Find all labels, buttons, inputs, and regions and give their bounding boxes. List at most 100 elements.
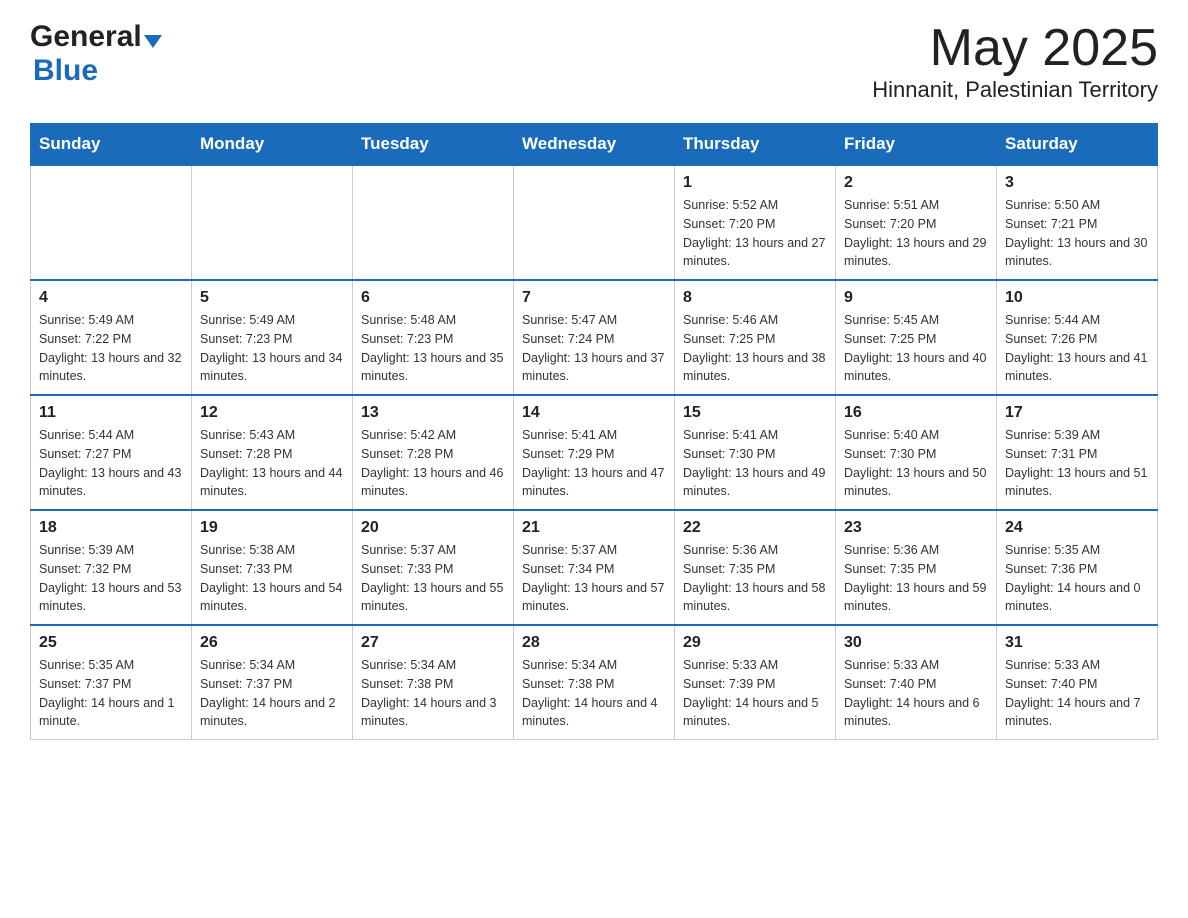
day-info: Sunrise: 5:34 AM Sunset: 7:38 PM Dayligh…: [522, 656, 666, 731]
day-number: 28: [522, 634, 666, 652]
day-info: Sunrise: 5:47 AM Sunset: 7:24 PM Dayligh…: [522, 311, 666, 386]
day-info: Sunrise: 5:49 AM Sunset: 7:23 PM Dayligh…: [200, 311, 344, 386]
calendar-cell: [192, 165, 353, 280]
calendar-cell: 7 Sunrise: 5:47 AM Sunset: 7:24 PM Daylig…: [514, 280, 675, 395]
calendar-cell: 15 Sunrise: 5:41 AM Sunset: 7:30 PM Dayli…: [675, 395, 836, 510]
day-info: Sunrise: 5:38 AM Sunset: 7:33 PM Dayligh…: [200, 541, 344, 616]
calendar-table: SundayMondayTuesdayWednesdayThursdayFrid…: [30, 123, 1158, 740]
calendar-cell: 3 Sunrise: 5:50 AM Sunset: 7:21 PM Daylig…: [997, 165, 1158, 280]
day-info: Sunrise: 5:35 AM Sunset: 7:36 PM Dayligh…: [1005, 541, 1149, 616]
day-number: 7: [522, 289, 666, 307]
calendar-cell: 4 Sunrise: 5:49 AM Sunset: 7:22 PM Daylig…: [31, 280, 192, 395]
day-number: 16: [844, 404, 988, 422]
day-number: 14: [522, 404, 666, 422]
calendar-cell: 18Sunrise: 5:39 AM Sunset: 7:32 PM Dayli…: [31, 510, 192, 625]
weekday-header-row: SundayMondayTuesdayWednesdayThursdayFrid…: [31, 124, 1158, 166]
week-row-5: 25 Sunrise: 5:35 AM Sunset: 7:37 PM Dayli…: [31, 625, 1158, 740]
calendar-cell: 17 Sunrise: 5:39 AM Sunset: 7:31 PM Dayli…: [997, 395, 1158, 510]
calendar-cell: 11Sunrise: 5:44 AM Sunset: 7:27 PM Dayli…: [31, 395, 192, 510]
month-title: May 2025: [872, 20, 1158, 77]
day-number: 23: [844, 519, 988, 537]
calendar-cell: 5Sunrise: 5:49 AM Sunset: 7:23 PM Daylig…: [192, 280, 353, 395]
day-number: 31: [1005, 634, 1149, 652]
weekday-header-wednesday: Wednesday: [514, 124, 675, 166]
day-number: 6: [361, 289, 505, 307]
logo-blue-text: Blue: [33, 54, 162, 88]
logo-general-text: General: [30, 20, 142, 54]
day-number: 13: [361, 404, 505, 422]
day-info: Sunrise: 5:36 AM Sunset: 7:35 PM Dayligh…: [844, 541, 988, 616]
calendar-cell: 6Sunrise: 5:48 AM Sunset: 7:23 PM Daylig…: [353, 280, 514, 395]
logo-triangle-icon: [144, 35, 162, 48]
day-info: Sunrise: 5:52 AM Sunset: 7:20 PM Dayligh…: [683, 196, 827, 271]
day-number: 19: [200, 519, 344, 537]
day-info: Sunrise: 5:49 AM Sunset: 7:22 PM Dayligh…: [39, 311, 183, 386]
calendar-cell: 30Sunrise: 5:33 AM Sunset: 7:40 PM Dayli…: [836, 625, 997, 740]
day-number: 21: [522, 519, 666, 537]
title-section: May 2025 Hinnanit, Palestinian Territory: [872, 20, 1158, 103]
day-info: Sunrise: 5:34 AM Sunset: 7:37 PM Dayligh…: [200, 656, 344, 731]
day-number: 3: [1005, 174, 1149, 192]
day-info: Sunrise: 5:40 AM Sunset: 7:30 PM Dayligh…: [844, 426, 988, 501]
page-header: General Blue May 2025 Hinnanit, Palestin…: [30, 20, 1158, 103]
calendar-cell: 10 Sunrise: 5:44 AM Sunset: 7:26 PM Dayli…: [997, 280, 1158, 395]
calendar-cell: 25 Sunrise: 5:35 AM Sunset: 7:37 PM Dayli…: [31, 625, 192, 740]
weekday-header-thursday: Thursday: [675, 124, 836, 166]
day-number: 22: [683, 519, 827, 537]
week-row-1: 1Sunrise: 5:52 AM Sunset: 7:20 PM Daylig…: [31, 165, 1158, 280]
week-row-4: 18Sunrise: 5:39 AM Sunset: 7:32 PM Dayli…: [31, 510, 1158, 625]
day-info: Sunrise: 5:46 AM Sunset: 7:25 PM Dayligh…: [683, 311, 827, 386]
calendar-cell: 29Sunrise: 5:33 AM Sunset: 7:39 PM Dayli…: [675, 625, 836, 740]
day-info: Sunrise: 5:45 AM Sunset: 7:25 PM Dayligh…: [844, 311, 988, 386]
day-info: Sunrise: 5:34 AM Sunset: 7:38 PM Dayligh…: [361, 656, 505, 731]
calendar-cell: 13Sunrise: 5:42 AM Sunset: 7:28 PM Dayli…: [353, 395, 514, 510]
calendar-cell: 8 Sunrise: 5:46 AM Sunset: 7:25 PM Daylig…: [675, 280, 836, 395]
calendar-cell: 16 Sunrise: 5:40 AM Sunset: 7:30 PM Dayli…: [836, 395, 997, 510]
day-info: Sunrise: 5:37 AM Sunset: 7:34 PM Dayligh…: [522, 541, 666, 616]
calendar-cell: [353, 165, 514, 280]
calendar-cell: 21 Sunrise: 5:37 AM Sunset: 7:34 PM Dayli…: [514, 510, 675, 625]
day-number: 11: [39, 404, 183, 422]
day-number: 9: [844, 289, 988, 307]
day-info: Sunrise: 5:41 AM Sunset: 7:30 PM Dayligh…: [683, 426, 827, 501]
calendar-cell: 1Sunrise: 5:52 AM Sunset: 7:20 PM Daylig…: [675, 165, 836, 280]
location-title: Hinnanit, Palestinian Territory: [872, 77, 1158, 103]
day-info: Sunrise: 5:39 AM Sunset: 7:31 PM Dayligh…: [1005, 426, 1149, 501]
day-info: Sunrise: 5:50 AM Sunset: 7:21 PM Dayligh…: [1005, 196, 1149, 271]
calendar-cell: 31 Sunrise: 5:33 AM Sunset: 7:40 PM Dayli…: [997, 625, 1158, 740]
day-number: 30: [844, 634, 988, 652]
calendar-cell: 28 Sunrise: 5:34 AM Sunset: 7:38 PM Dayli…: [514, 625, 675, 740]
weekday-header-monday: Monday: [192, 124, 353, 166]
day-number: 2: [844, 174, 988, 192]
calendar-cell: 20Sunrise: 5:37 AM Sunset: 7:33 PM Dayli…: [353, 510, 514, 625]
calendar-cell: 19 Sunrise: 5:38 AM Sunset: 7:33 PM Dayli…: [192, 510, 353, 625]
day-number: 20: [361, 519, 505, 537]
day-info: Sunrise: 5:36 AM Sunset: 7:35 PM Dayligh…: [683, 541, 827, 616]
day-info: Sunrise: 5:33 AM Sunset: 7:39 PM Dayligh…: [683, 656, 827, 731]
day-number: 10: [1005, 289, 1149, 307]
day-number: 15: [683, 404, 827, 422]
calendar-cell: [31, 165, 192, 280]
day-number: 8: [683, 289, 827, 307]
calendar-cell: [514, 165, 675, 280]
day-info: Sunrise: 5:35 AM Sunset: 7:37 PM Dayligh…: [39, 656, 183, 731]
day-info: Sunrise: 5:33 AM Sunset: 7:40 PM Dayligh…: [1005, 656, 1149, 731]
weekday-header-sunday: Sunday: [31, 124, 192, 166]
day-info: Sunrise: 5:44 AM Sunset: 7:26 PM Dayligh…: [1005, 311, 1149, 386]
day-number: 17: [1005, 404, 1149, 422]
calendar-cell: 26 Sunrise: 5:34 AM Sunset: 7:37 PM Dayli…: [192, 625, 353, 740]
day-number: 25: [39, 634, 183, 652]
day-info: Sunrise: 5:51 AM Sunset: 7:20 PM Dayligh…: [844, 196, 988, 271]
weekday-header-saturday: Saturday: [997, 124, 1158, 166]
day-number: 18: [39, 519, 183, 537]
weekday-header-tuesday: Tuesday: [353, 124, 514, 166]
calendar-cell: 27 Sunrise: 5:34 AM Sunset: 7:38 PM Dayli…: [353, 625, 514, 740]
day-number: 12: [200, 404, 344, 422]
day-info: Sunrise: 5:41 AM Sunset: 7:29 PM Dayligh…: [522, 426, 666, 501]
day-number: 4: [39, 289, 183, 307]
day-number: 26: [200, 634, 344, 652]
day-number: 27: [361, 634, 505, 652]
weekday-header-friday: Friday: [836, 124, 997, 166]
calendar-cell: 22 Sunrise: 5:36 AM Sunset: 7:35 PM Dayli…: [675, 510, 836, 625]
calendar-cell: 2 Sunrise: 5:51 AM Sunset: 7:20 PM Daylig…: [836, 165, 997, 280]
